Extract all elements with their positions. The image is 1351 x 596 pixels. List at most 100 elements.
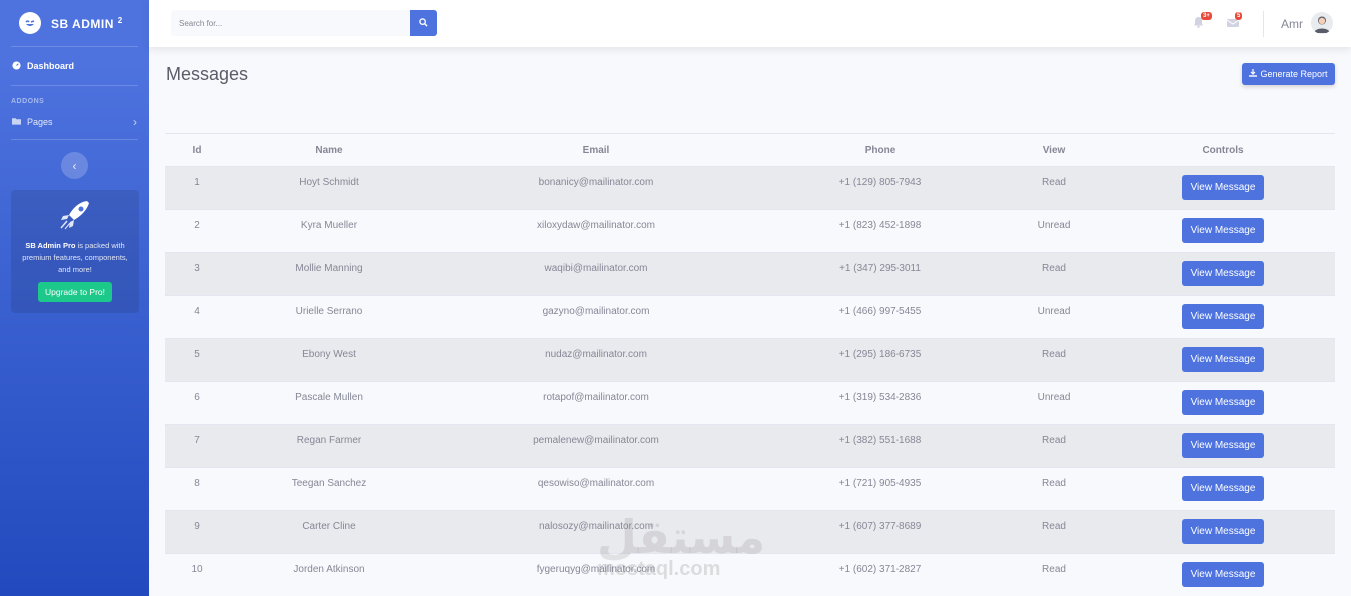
rocket-icon	[57, 201, 93, 235]
cell-controls: View Message	[1111, 339, 1335, 382]
cell-name: Urielle Serrano	[295, 306, 363, 317]
download-icon	[1249, 69, 1258, 79]
sidebar-item-label: Dashboard	[27, 61, 75, 71]
cell-controls: View Message	[1111, 511, 1335, 554]
column-header-name[interactable]: Name	[229, 134, 429, 167]
cell-email: gazyno@mailinator.com	[542, 306, 650, 317]
cell-view-status: Unread	[1037, 306, 1071, 317]
column-header-id[interactable]: Id	[165, 134, 229, 167]
cell-view-status: Read	[1042, 435, 1066, 446]
view-message-button[interactable]: View Message	[1181, 562, 1265, 587]
view-message-button[interactable]: View Message	[1181, 476, 1265, 501]
cell-name: Ebony West	[302, 349, 356, 360]
table-row: 1 Hoyt Schmidt bonanicy@mailinator.com +1 (…	[165, 166, 1335, 210]
cell-controls: View Message	[1111, 210, 1335, 253]
cell-email: pemalenew@mailinator.com	[533, 435, 659, 446]
cell-controls: View Message	[1111, 382, 1335, 425]
sidebar-promo-card: SB Admin Pro is packed with premium feat…	[11, 190, 139, 313]
sidebar: SB ADMIN 2 Dashboard ADDONS Pages › ‹ SB…	[0, 0, 149, 596]
topbar-divider	[1263, 11, 1264, 37]
cell-id: 10	[191, 564, 203, 575]
column-header-email[interactable]: Email	[429, 134, 763, 167]
sidebar-brand[interactable]: SB ADMIN 2	[0, 0, 149, 46]
view-message-button[interactable]: View Message	[1181, 519, 1265, 544]
cell-phone: +1 (823) 452-1898	[838, 220, 922, 231]
messages-dropdown[interactable]: 5	[1226, 12, 1243, 29]
cell-phone: +1 (466) 997-5455	[838, 306, 922, 317]
cell-id: 7	[194, 435, 200, 446]
cell-controls: View Message	[1111, 468, 1335, 511]
view-message-button[interactable]: View Message	[1181, 261, 1265, 286]
cell-phone: +1 (602) 371-2827	[838, 564, 922, 575]
column-header-controls[interactable]: Controls	[1111, 134, 1335, 167]
laugh-wink-icon	[19, 12, 41, 34]
cell-id: 4	[194, 306, 200, 317]
cell-name: Teegan Sanchez	[291, 478, 367, 489]
cell-controls: View Message	[1111, 425, 1335, 468]
search-button[interactable]	[410, 10, 437, 36]
cell-name: Pascale Mullen	[295, 392, 363, 403]
table-row: 2 Kyra Mueller xiloxydaw@mailinator.com +1 …	[165, 209, 1335, 253]
avatar[interactable]	[1311, 12, 1333, 34]
cell-email: nalosozy@mailinator.com	[538, 521, 654, 532]
cell-name: Jorden Atkinson	[293, 564, 365, 575]
sidebar-heading: ADDONS	[11, 98, 45, 105]
column-header-phone[interactable]: Phone	[763, 134, 997, 167]
view-message-button[interactable]: View Message	[1181, 175, 1265, 200]
column-header-view[interactable]: View	[997, 134, 1111, 167]
messages-badge: 5	[1235, 12, 1243, 20]
page-title: Messages	[166, 64, 249, 84]
chevron-right-icon: ›	[133, 115, 137, 129]
cell-id: 9	[194, 521, 200, 532]
cell-phone: +1 (607) 377-8689	[838, 521, 922, 532]
cell-view-status: Read	[1042, 478, 1066, 489]
cell-view-status: Read	[1042, 349, 1066, 360]
view-message-button[interactable]: View Message	[1181, 304, 1265, 329]
brand-title: SB ADMIN 2	[51, 15, 123, 31]
table-row: 3 Mollie Manning waqibi@mailinator.com +1 (…	[165, 252, 1335, 296]
sidebar-item-pages[interactable]: Pages ›	[0, 105, 149, 139]
promo-text: SB Admin Pro is packed with premium feat…	[22, 241, 128, 274]
cell-phone: +1 (129) 805-7943	[838, 177, 922, 188]
cell-phone: +1 (721) 905-4935	[838, 478, 922, 489]
cell-view-status: Read	[1042, 564, 1066, 575]
cell-id: 6	[194, 392, 200, 403]
view-message-button[interactable]: View Message	[1181, 218, 1265, 243]
cell-view-status: Unread	[1037, 392, 1071, 403]
cell-email: fygeruqyg@mailinator.com	[536, 564, 656, 575]
generate-report-button[interactable]: Generate Report	[1242, 63, 1335, 85]
upgrade-button[interactable]: Upgrade to Pro!	[37, 282, 112, 302]
cell-view-status: Unread	[1037, 220, 1071, 231]
view-message-button[interactable]: View Message	[1181, 347, 1265, 372]
cell-view-status: Read	[1042, 521, 1066, 532]
cell-controls: View Message	[1111, 253, 1335, 296]
generate-report-label: Generate Report	[1260, 69, 1328, 79]
view-message-button[interactable]: View Message	[1181, 433, 1265, 458]
cell-email: rotapof@mailinator.com	[543, 392, 649, 403]
table-row: 8 Teegan Sanchez qesowiso@mailinator.com +1…	[165, 467, 1335, 511]
view-message-button[interactable]: View Message	[1181, 390, 1265, 415]
cell-view-status: Read	[1042, 263, 1066, 274]
alerts-dropdown[interactable]: 3+	[1193, 12, 1212, 29]
cell-email: xiloxydaw@mailinator.com	[537, 220, 655, 231]
cell-email: waqibi@mailinator.com	[544, 263, 648, 274]
cell-email: bonanicy@mailinator.com	[538, 177, 654, 188]
table-row: 6 Pascale Mullen rotapof@mailinator.com +1 …	[165, 381, 1335, 425]
cell-controls: View Message	[1111, 167, 1335, 210]
cell-name: Carter Cline	[302, 521, 356, 532]
sidebar-divider	[11, 139, 138, 140]
cell-controls: View Message	[1111, 554, 1335, 596]
sidebar-toggle-button[interactable]: ‹	[61, 152, 88, 179]
search-input[interactable]	[171, 10, 410, 36]
cell-phone: +1 (382) 551-1688	[838, 435, 922, 446]
cell-email: qesowiso@mailinator.com	[537, 478, 655, 489]
chevron-left-icon: ‹	[72, 158, 77, 173]
sidebar-item-dashboard[interactable]: Dashboard	[0, 47, 149, 85]
cell-id: 2	[194, 220, 200, 231]
cell-name: Kyra Mueller	[300, 220, 358, 231]
folder-icon	[12, 117, 21, 127]
cell-view-status: Read	[1042, 177, 1066, 188]
table-row: 7 Regan Farmer pemalenew@mailinator.com +1 …	[165, 424, 1335, 468]
search-group	[171, 10, 437, 36]
user-name[interactable]: Amr	[1281, 17, 1303, 31]
